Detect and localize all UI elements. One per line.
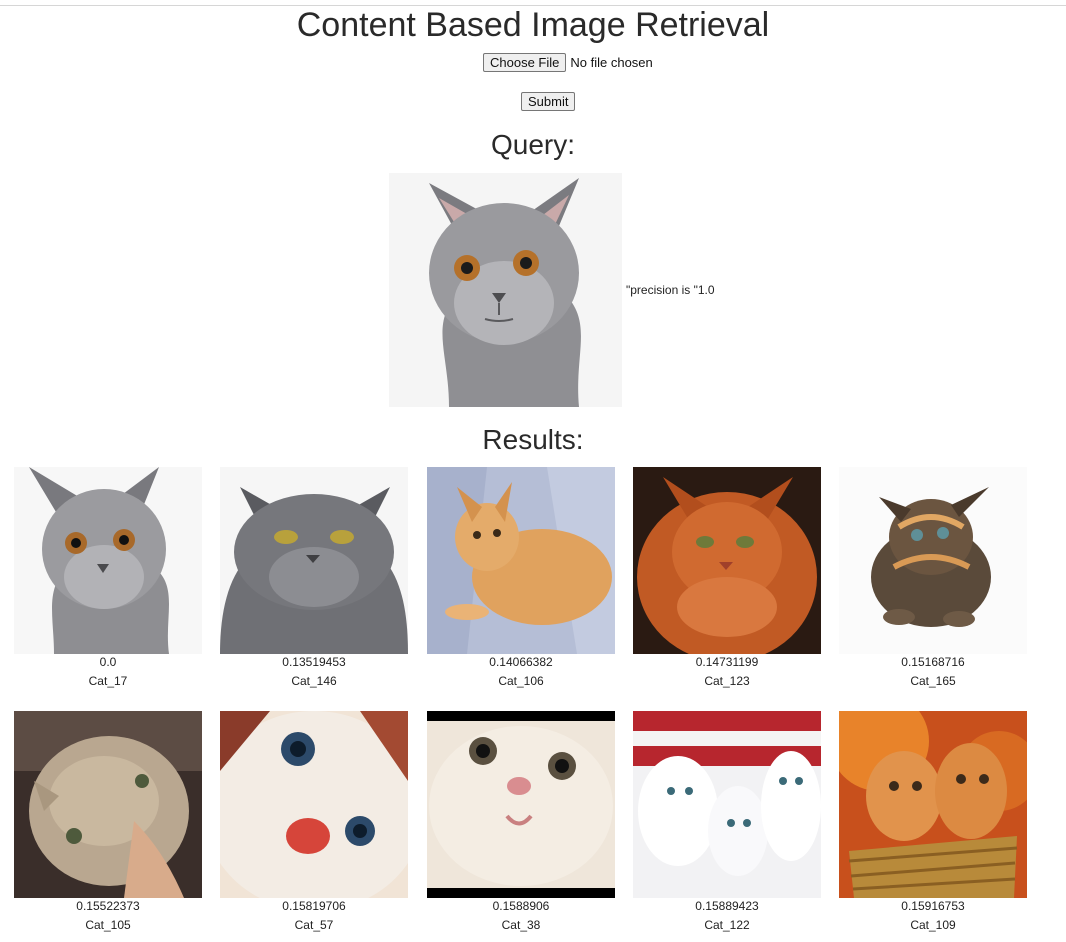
result-name: Cat_105 <box>85 918 131 932</box>
result-image <box>633 711 821 898</box>
result-caption: 0.15522373 Cat_105 <box>14 897 202 935</box>
precision-text: "precision is "1.0 <box>626 283 715 297</box>
result-caption: 0.15819706 Cat_57 <box>220 897 408 935</box>
result-name: Cat_106 <box>498 674 544 688</box>
result-image <box>427 467 615 654</box>
result-image <box>839 467 1027 654</box>
result-caption: 0.15916753 Cat_109 <box>839 897 1027 935</box>
result-caption: 0.0 Cat_17 <box>14 653 202 691</box>
result-name: Cat_38 <box>501 918 541 932</box>
result-score: 0.15522373 <box>76 899 140 913</box>
result-score: 0.15916753 <box>901 899 965 913</box>
choose-file-button[interactable]: Choose File <box>483 53 567 72</box>
result-score: 0.0 <box>99 655 117 669</box>
results-heading: Results: <box>482 424 584 455</box>
result-caption: 0.15889423 Cat_122 <box>633 897 821 935</box>
result-image <box>427 711 615 898</box>
result-image <box>14 467 202 654</box>
result-image <box>633 467 821 654</box>
result-caption: 0.15168716 Cat_165 <box>839 653 1027 691</box>
result-name: Cat_57 <box>294 918 334 932</box>
file-input: Choose File No file chosen <box>483 53 653 72</box>
result-name: Cat_122 <box>704 918 750 932</box>
result-score: 0.13519453 <box>282 655 346 669</box>
result-image <box>839 711 1027 898</box>
result-caption: 0.1588906 Cat_38 <box>427 897 615 935</box>
result-caption: 0.14731199 Cat_123 <box>633 653 821 691</box>
query-image <box>389 173 622 407</box>
result-name: Cat_146 <box>291 674 337 688</box>
result-image <box>220 711 408 898</box>
result-score: 0.14731199 <box>695 655 759 669</box>
result-caption: 0.14066382 Cat_106 <box>427 653 615 691</box>
result-score: 0.1588906 <box>492 899 550 913</box>
result-score: 0.15819706 <box>282 899 346 913</box>
result-score: 0.14066382 <box>489 655 553 669</box>
result-image <box>14 711 202 898</box>
result-name: Cat_17 <box>88 674 128 688</box>
result-name: Cat_109 <box>910 918 956 932</box>
result-score: 0.15889423 <box>695 899 759 913</box>
result-name: Cat_165 <box>910 674 956 688</box>
file-status-text: No file chosen <box>570 55 653 70</box>
result-caption: 0.13519453 Cat_146 <box>220 653 408 691</box>
page: Content Based Image Retrieval Choose Fil… <box>0 0 1066 942</box>
query-heading: Query: <box>490 129 576 160</box>
submit-button[interactable]: Submit <box>521 92 576 111</box>
page-title: Content Based Image Retrieval <box>296 6 770 44</box>
result-name: Cat_123 <box>704 674 750 688</box>
result-image <box>220 467 408 654</box>
result-score: 0.15168716 <box>901 655 965 669</box>
